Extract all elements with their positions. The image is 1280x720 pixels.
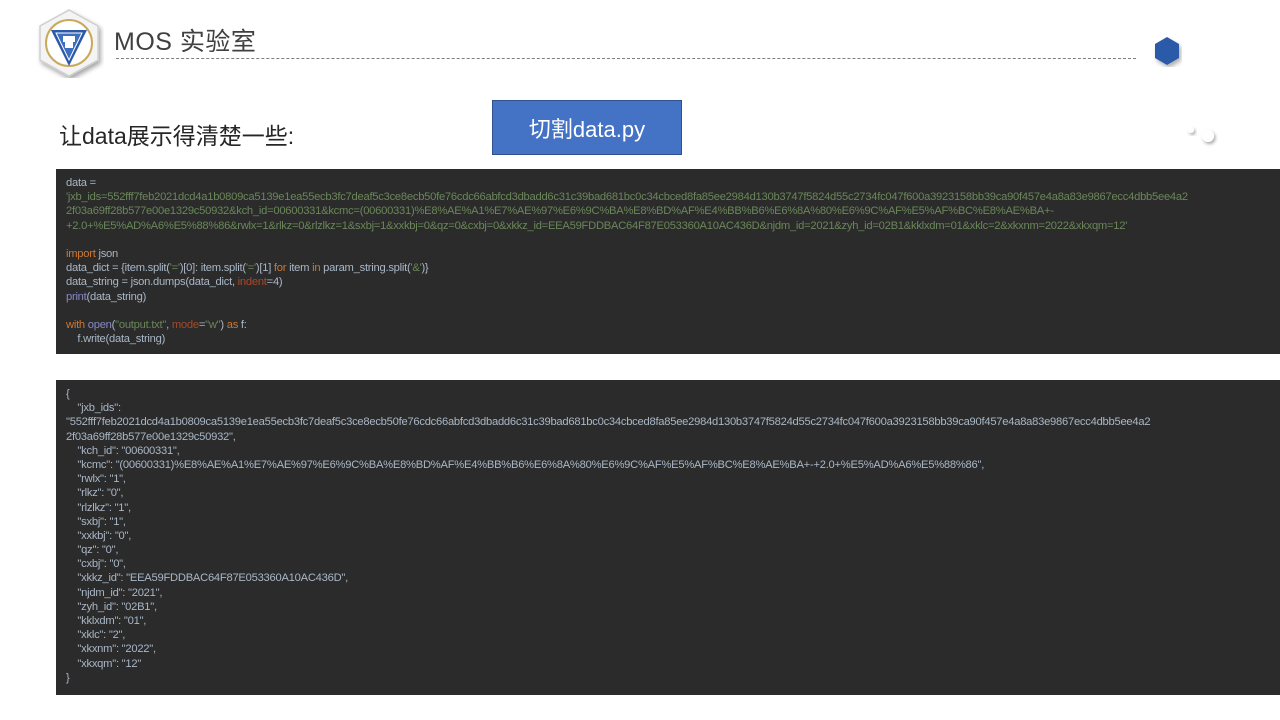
code-token: '=' (245, 262, 256, 275)
code-line: with open("output.txt", mode="w") as f: (66, 318, 1270, 332)
code-line: data = (66, 177, 96, 189)
code-token: item (286, 262, 313, 275)
output-line: "zyh_id": "02B1", (66, 600, 157, 613)
code-token: data_string = json.dumps(data_dict, (66, 276, 238, 289)
output-line: "qz": "0", (66, 544, 119, 557)
output-line: "xkkz_id": "EEA59FDDBAC64F87E053360A10AC… (66, 572, 348, 585)
code-token: )} (421, 262, 429, 275)
code-token: =4) (266, 276, 283, 289)
code-token: '&' (410, 262, 422, 275)
code-line: 'jxb_ids=552fff7feb2021dcd4a1b0809ca5139… (66, 191, 1188, 204)
code-token: for (273, 262, 287, 275)
code-line: import json (66, 247, 1270, 261)
code-token: as (226, 318, 239, 331)
output-panel: { "jxb_ids": "552fff7feb2021dcd4a1b0809c… (56, 380, 1280, 695)
code-token: open (84, 318, 112, 331)
code-token: "output.txt" (115, 318, 167, 331)
code-token: )[1] (255, 262, 274, 275)
code-token: "w" (205, 318, 221, 331)
output-line: "rlkz": "0", (66, 487, 124, 500)
output-line: "jxb_ids": (66, 402, 121, 415)
code-token: print (66, 290, 87, 303)
header-divider (116, 58, 1136, 59)
output-line: "xkxnm": "2022", (66, 643, 156, 656)
output-line: "kch_id": "00600331", (66, 444, 180, 457)
output-line: "kcmc": "(00600331)%E8%AE%A1%E7%AE%97%E6… (66, 458, 985, 471)
code-token: param_string.split( (320, 262, 411, 275)
output-line: "552fff7feb2021dcd4a1b0809ca5139e1ea55ec… (66, 416, 1151, 429)
code-line: data_string = json.dumps(data_dict, inde… (66, 275, 1270, 289)
code-line: +2.0+%E5%AD%A6%E5%88%86&rwlx=1&rlkz=0&rl… (66, 219, 1128, 232)
code-line: 2f03a69ff28b577e00e1329c50932&kch_id=006… (66, 205, 1054, 218)
output-line: "xkxqm": "12" (66, 657, 142, 670)
output-line: "sxbj": "1", (66, 515, 126, 528)
output-line: "rlzlkz": "1", (66, 501, 131, 514)
code-token: json (95, 247, 118, 260)
code-line: f.write(data_string) (66, 333, 166, 346)
code-token: '=' (169, 262, 180, 275)
output-line: "xxkbj": "0", (66, 529, 132, 542)
shield-badge-icon (39, 9, 99, 77)
code-token: with (66, 318, 85, 331)
code-token: data_dict = {item.split( (66, 262, 170, 275)
output-line: } (66, 671, 70, 684)
code-panel: data = 'jxb_ids=552fff7feb2021dcd4a1b080… (56, 169, 1280, 354)
hexagon-icon (1155, 37, 1179, 65)
code-token: mode (171, 318, 199, 331)
output-line: "kklxdm": "01", (66, 615, 147, 627)
code-token: f: (238, 318, 247, 331)
file-name-button[interactable]: 切割data.py (492, 100, 682, 155)
section-subtitle: 让data展示得清楚一些: (59, 123, 295, 149)
code-line: data_dict = {item.split('=')[0]: item.sp… (66, 261, 1270, 275)
output-line: 2f03a69ff28b577e00e1329c50932", (66, 430, 236, 443)
header-title: MOS 实验室 (114, 28, 257, 56)
output-line: "cxbj": "0", (66, 558, 126, 571)
code-token: )[0]: item.split( (179, 262, 246, 275)
code-line: print(data_string) (66, 290, 1270, 304)
output-line: { (66, 388, 70, 400)
code-token: indent (237, 276, 267, 289)
code-token: (data_string) (86, 290, 147, 303)
output-line: "rwlx": "1", (66, 473, 126, 486)
code-token: import (66, 247, 96, 260)
output-line: "xklc": "2", (66, 629, 126, 642)
dots-icon (1188, 127, 1214, 142)
output-line: "njdm_id": "2021", (66, 586, 163, 599)
